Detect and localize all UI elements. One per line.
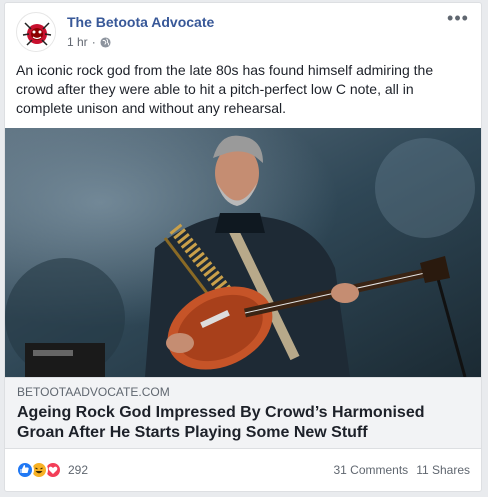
post-meta: 1 hr · [67,35,111,49]
reaction-count: 292 [68,463,89,477]
post-footer: 292 31 Comments 11 Shares [16,459,470,481]
more-options-icon[interactable]: ••• [446,9,470,32]
rock-guitarist-photo [5,128,481,377]
post-photo[interactable] [5,128,481,377]
link-preview[interactable]: BETOOTAADVOCATE.COM Ageing Rock God Impr… [5,377,481,449]
comments-count-link[interactable]: 31 Comments [333,463,408,477]
page-name-link[interactable]: The Betoota Advocate [67,14,214,30]
link-domain: BETOOTAADVOCATE.COM [17,385,170,399]
link-headline[interactable]: Ageing Rock God Impressed By Crowd’s Har… [17,403,467,443]
post-timestamp[interactable]: 1 hr [67,35,88,49]
page-avatar[interactable] [16,12,56,52]
like-icon [16,461,34,479]
post-header: The Betoota Advocate 1 hr · ••• [16,9,470,54]
shares-count-link[interactable]: 11 Shares [416,463,470,477]
meta-separator: · [91,35,96,49]
post-body-text: An iconic rock god from the late 80s has… [16,62,434,116]
engagement-stats: 31 Comments 11 Shares [333,463,470,477]
globe-icon[interactable] [100,36,111,48]
betoota-logo-icon [18,14,55,51]
reactions-summary[interactable]: 292 [16,461,88,479]
facebook-post-card: The Betoota Advocate 1 hr · ••• An iconi… [4,2,482,492]
